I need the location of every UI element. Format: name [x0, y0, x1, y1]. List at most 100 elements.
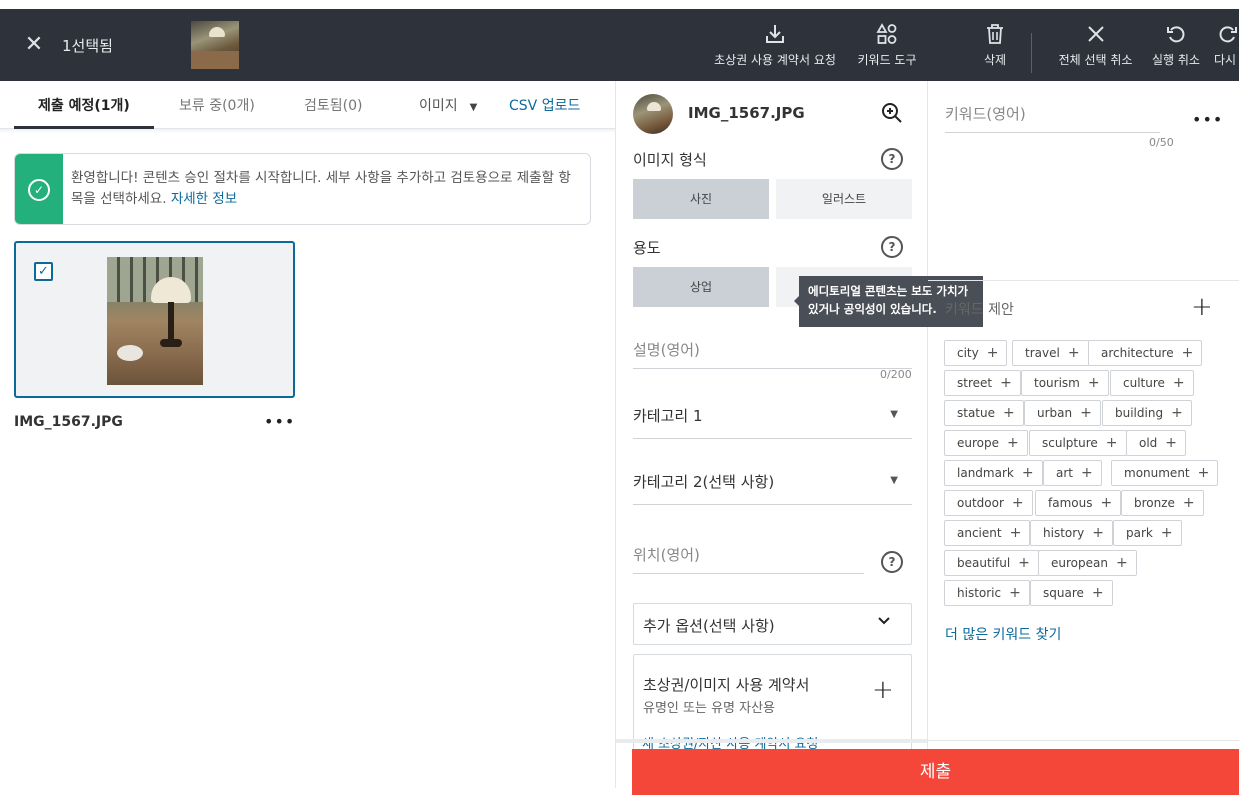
keyword-chip[interactable]: sculpture + [1029, 430, 1127, 456]
keyword-chip[interactable]: beautiful + [944, 550, 1039, 576]
tool-label: 전체 선택 취소 [1058, 53, 1133, 67]
keyword-chip[interactable]: bronze + [1121, 490, 1204, 516]
tool-label: 실행 취소 [1152, 53, 1200, 67]
chip-label: monument [1124, 466, 1190, 480]
plus-icon: + [1009, 525, 1022, 541]
plus-icon: + [1067, 345, 1080, 361]
keyword-chip[interactable]: art + [1043, 460, 1102, 486]
keyword-chip[interactable]: building + [1102, 400, 1192, 426]
shapes-icon [852, 21, 922, 47]
submit-button[interactable]: 제출 [632, 749, 1239, 795]
keyword-chip[interactable]: tourism + [1021, 370, 1109, 396]
more-options-icon[interactable]: ••• [264, 412, 295, 431]
chip-label: european [1051, 556, 1108, 570]
divider [616, 739, 927, 743]
keyword-chip[interactable]: street + [944, 370, 1021, 396]
more-options-icon[interactable]: ••• [1192, 110, 1223, 129]
keyword-input[interactable]: 키워드(영어) [945, 103, 1160, 133]
usage-commercial[interactable]: 상업 [633, 267, 769, 307]
chip-label: famous [1048, 496, 1093, 510]
divider [0, 129, 615, 133]
keyword-chip[interactable]: architecture + [1088, 340, 1203, 366]
plus-icon: + [1021, 465, 1034, 481]
plus-icon: + [1171, 405, 1183, 421]
close-icon[interactable]: ✕ [22, 34, 46, 58]
tab-held[interactable]: 보류 중(0개) [179, 95, 255, 115]
location-field[interactable]: 위치(영어) [633, 544, 864, 574]
plus-icon: + [1181, 345, 1194, 361]
deselect-all-button[interactable]: 전체 선택 취소 [1053, 21, 1138, 81]
usage-label: 용도 [633, 239, 661, 257]
chip-label: square [1043, 586, 1084, 600]
asset-card[interactable]: ✓ [14, 241, 295, 398]
welcome-banner: ✓ 환영합니다! 콘텐츠 승인 절차를 시작합니다. 세부 사항을 추가하고 검… [14, 153, 591, 225]
chip-label: bronze [1134, 496, 1175, 510]
keyword-chip[interactable]: culture + [1110, 370, 1194, 396]
delete-button[interactable]: 삭제 [975, 21, 1015, 81]
undo-button[interactable]: 실행 취소 [1148, 21, 1204, 81]
keyword-chip[interactable]: outdoor + [944, 490, 1033, 516]
chip-label: beautiful [957, 556, 1011, 570]
release-request-button[interactable]: 초상권 사용 계약서 요청 [709, 21, 841, 81]
help-icon[interactable]: ? [881, 236, 903, 258]
chip-label: sculpture [1042, 436, 1098, 450]
keyword-chip[interactable]: europe + [944, 430, 1028, 456]
chip-label: architecture [1101, 346, 1174, 360]
csv-upload-link[interactable]: CSV 업로드 [509, 95, 580, 115]
top-strip [0, 0, 1239, 9]
tab-pending[interactable]: 제출 예정(1개) [38, 95, 130, 115]
find-more-keywords-link[interactable]: 더 많은 키워드 찾기 [945, 624, 1061, 644]
details-filename: IMG_1567.JPG [688, 104, 805, 122]
keyword-chip[interactable]: european + [1038, 550, 1137, 576]
keyword-chip[interactable]: historic + [944, 580, 1030, 606]
caret-down-icon: ▼ [890, 409, 898, 420]
chip-label: europe [957, 436, 999, 450]
keyword-chip[interactable]: old + [1126, 430, 1187, 456]
chip-label: outdoor [957, 496, 1004, 510]
chip-label: travel [1025, 346, 1060, 360]
chip-label: historic [957, 586, 1002, 600]
redo-button[interactable]: 다시 [1214, 21, 1239, 81]
extra-options-toggle[interactable]: 추가 옵션(선택 사항) [633, 603, 912, 645]
description-field[interactable]: 설명(영어) [633, 339, 912, 369]
add-release-icon[interactable]: + [872, 677, 894, 703]
learn-more-link[interactable]: 자세한 정보 [171, 191, 237, 207]
keyword-chip[interactable]: history + [1030, 520, 1114, 546]
keyword-chip[interactable]: urban + [1024, 400, 1101, 426]
media-type-dropdown[interactable]: 이미지 ▼ [419, 95, 477, 115]
category2-select[interactable]: 카테고리 2(선택 사항) ▼ [633, 471, 912, 505]
keyword-suggestions-label: 키워드 제안 [945, 302, 1014, 318]
plus-icon: + [1081, 465, 1093, 481]
keyword-chip[interactable]: famous + [1035, 490, 1122, 516]
image-type-photo[interactable]: 사진 [633, 179, 769, 219]
release-subtitle: 유명인 또는 유명 자산용 [643, 701, 775, 716]
help-icon[interactable]: ? [881, 148, 903, 170]
image-type-illustration[interactable]: 일러스트 [776, 179, 912, 219]
category1-select[interactable]: 카테고리 1 ▼ [633, 405, 912, 439]
chip-label: culture [1123, 376, 1165, 390]
tab-reviewed[interactable]: 검토됨(0) [304, 95, 362, 115]
zoom-in-icon[interactable] [881, 102, 903, 124]
help-icon[interactable]: ? [881, 551, 903, 573]
plus-icon: + [1009, 585, 1021, 601]
keyword-chip[interactable]: city + [944, 340, 1008, 366]
top-toolbar: ✕ 1선택됨 초상권 사용 계약서 요청 키워드 도구 삭제 전체 선택 취소 … [0, 9, 1239, 81]
trash-icon [975, 21, 1015, 47]
chip-label: park [1126, 526, 1153, 540]
keyword-chip[interactable]: square + [1030, 580, 1113, 606]
asset-checkbox[interactable]: ✓ [34, 262, 53, 281]
keyword-chip[interactable]: park + [1113, 520, 1182, 546]
keyword-chip[interactable]: landmark + [944, 460, 1043, 486]
chip-label: city [957, 346, 979, 360]
keyword-chip[interactable]: monument + [1111, 460, 1219, 486]
category2-value: 카테고리 2(선택 사항) [633, 473, 775, 491]
chevron-down-icon [877, 614, 891, 632]
keyword-chip[interactable]: statue + [944, 400, 1024, 426]
keyword-tool-button[interactable]: 키워드 도구 [852, 21, 922, 81]
selected-thumbnail[interactable] [191, 21, 239, 69]
add-all-keywords-icon[interactable]: + [1191, 294, 1213, 320]
keyword-chip[interactable]: travel + [1012, 340, 1089, 366]
asset-filename: IMG_1567.JPG [14, 414, 123, 430]
plus-icon: + [1105, 435, 1118, 451]
keyword-chip[interactable]: ancient + [944, 520, 1031, 546]
